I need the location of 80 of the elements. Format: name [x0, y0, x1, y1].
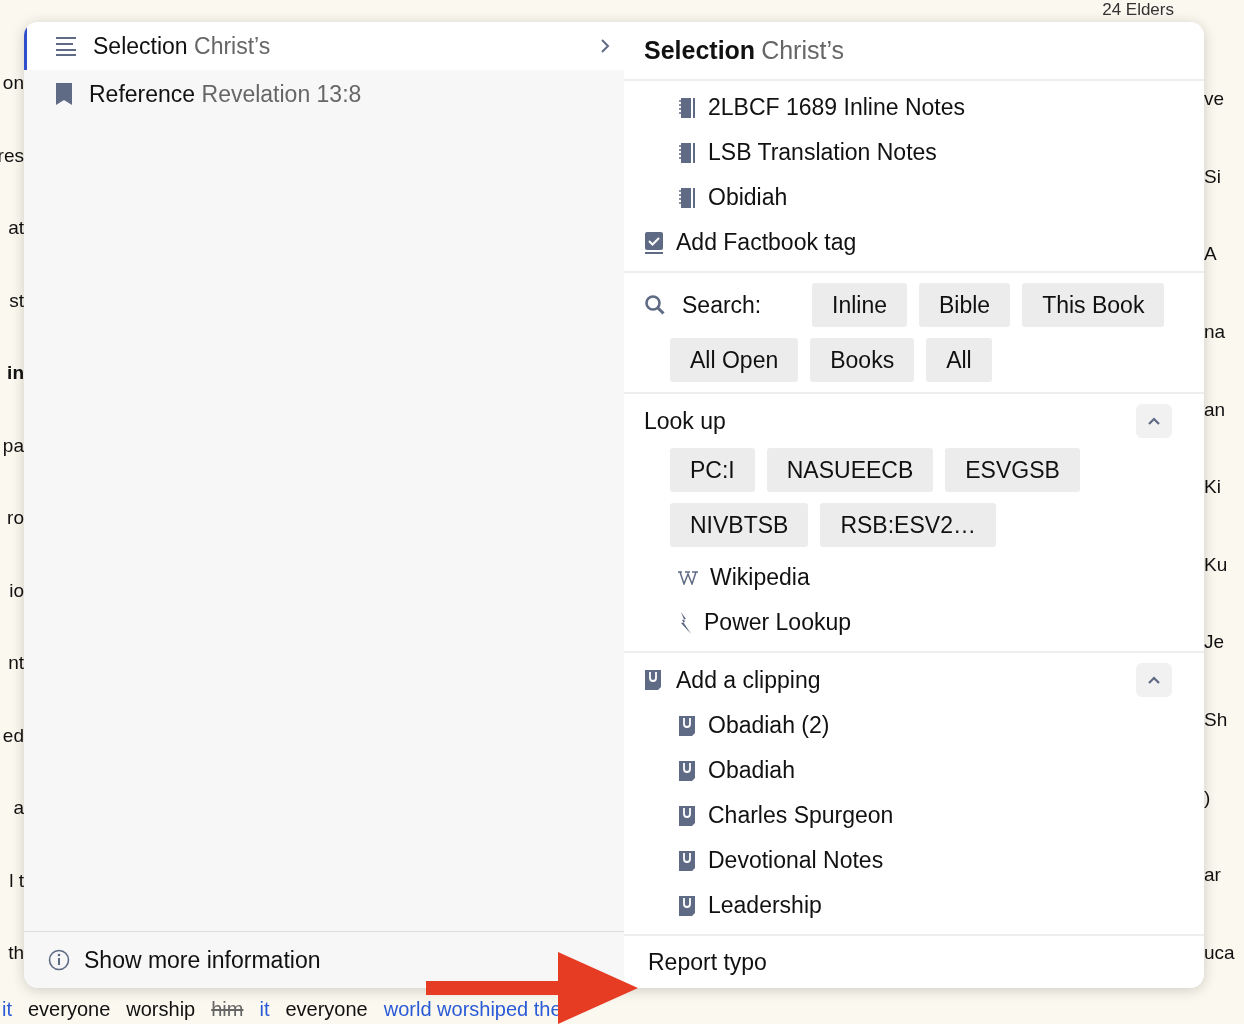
text-fragment: )	[1204, 786, 1212, 809]
search-scope-button[interactable]: Bible	[919, 283, 1011, 328]
text-fragment: pa	[2, 434, 24, 457]
menu-item[interactable]: Devotional Notes	[624, 838, 1204, 884]
menu-item[interactable]: Selection Christ’s	[24, 22, 624, 70]
clip-icon	[644, 669, 662, 692]
chevron-up-icon	[1147, 675, 1161, 686]
menu-item[interactable]: Reference Revelation 13:8	[24, 70, 624, 118]
collapse-button[interactable]	[1136, 404, 1172, 439]
text-fragment: Je	[1204, 631, 1226, 654]
text-fragment: io	[9, 579, 24, 602]
menu-item[interactable]: Obadiah	[624, 748, 1204, 794]
search-scope-button[interactable]: All	[926, 338, 992, 383]
text-fragment: at	[8, 217, 24, 239]
word: everyone	[28, 997, 111, 1021]
clip-icon	[678, 849, 696, 872]
menu-item[interactable]: Add Factbook tag	[624, 220, 1204, 266]
menu-item[interactable]: Obadiah (2)	[624, 703, 1204, 749]
word: everyone	[285, 997, 368, 1021]
text-fragment: uca	[1204, 941, 1236, 964]
word: him	[211, 997, 244, 1021]
text-fragment: th	[8, 942, 24, 964]
word: worship	[126, 997, 196, 1021]
search-label: Search:	[682, 291, 762, 319]
text-fragment: Si	[1204, 165, 1222, 188]
submenu-title: Selection Christ’s	[624, 22, 1204, 82]
menu-item[interactable]: Leadership	[624, 883, 1204, 929]
text-fragment: Ki	[1204, 476, 1222, 499]
lines-icon	[55, 36, 77, 56]
search-scope-button[interactable]: Inline	[812, 283, 907, 328]
notebook-icon	[678, 186, 696, 209]
text-fragment: l t	[9, 869, 24, 892]
menu-item[interactable]: Charles Spurgeon	[624, 793, 1204, 839]
text-fragment: ve	[1204, 88, 1226, 110]
bookmark-icon	[55, 82, 73, 106]
menu-item[interactable]: Wikipedia	[624, 555, 1204, 601]
heading-text: 24 Elders	[1102, 0, 1174, 21]
chevron-up-icon	[1147, 416, 1161, 427]
text-fragment: ro	[7, 507, 24, 529]
lookup-button[interactable]: ESVGSB	[945, 448, 1080, 493]
lookup-button[interactable]: PC:I	[670, 448, 755, 493]
checked-book-icon	[644, 230, 664, 255]
collapse-button[interactable]	[1136, 663, 1172, 698]
text-fragment: A	[1204, 243, 1218, 266]
notebook-icon	[678, 96, 696, 119]
clip-icon	[678, 759, 696, 782]
notebook-icon	[678, 141, 696, 164]
text-fragment: in	[7, 362, 24, 384]
info-icon	[48, 949, 70, 971]
clip-icon	[678, 894, 696, 917]
text-fragment: ed	[2, 724, 24, 747]
menu-item[interactable]: LSB Translation Notes	[624, 130, 1204, 176]
search-scope-button[interactable]: All Open	[670, 338, 799, 383]
text-fragment: nt	[8, 652, 24, 674]
text-fragment: na	[1204, 320, 1227, 343]
clip-icon	[678, 714, 696, 737]
text-fragment: ar	[1204, 864, 1222, 887]
clip-icon	[678, 804, 696, 827]
w-mark-icon	[678, 570, 698, 585]
search-scope-button[interactable]: Books	[810, 338, 915, 383]
text-fragment: a	[13, 797, 24, 819]
section-title: Add a clipping	[644, 666, 821, 694]
show-more-button[interactable]: Show more information	[48, 946, 321, 974]
lookup-button[interactable]: NIVBTSB	[670, 503, 809, 548]
link[interactable]: it	[2, 997, 12, 1021]
lookup-button[interactable]: NASUEECB	[766, 448, 934, 493]
lookup-button[interactable]: RSB:ESV2…	[820, 503, 996, 548]
menu-item[interactable]: 2LBCF 1689 Inline Notes	[624, 85, 1204, 131]
menu-item[interactable]: Power Lookup	[624, 600, 1204, 646]
text-fragment: Sh	[1204, 709, 1229, 731]
text-fragment: st	[9, 289, 24, 312]
menu-item[interactable]: Report typo	[624, 936, 1204, 988]
text-fragment: on	[2, 72, 24, 94]
search-icon	[644, 294, 666, 317]
text-fragment: Ku	[1204, 553, 1229, 576]
search-scope-button[interactable]: This Book	[1022, 283, 1165, 328]
text-fragment: an	[1204, 398, 1227, 421]
link[interactable]: it	[259, 997, 270, 1021]
menu-item[interactable]: Obidiah	[624, 175, 1204, 221]
section-title: Look up	[644, 407, 726, 435]
